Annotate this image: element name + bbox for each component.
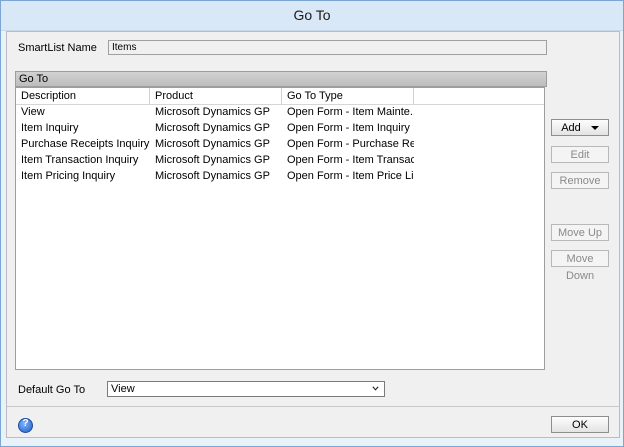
- goto-group-header: Go To: [15, 71, 547, 87]
- table-row[interactable]: View Microsoft Dynamics GP Open Form - I…: [16, 105, 544, 120]
- smartlist-name-field: Items: [108, 40, 547, 55]
- remove-button[interactable]: Remove: [551, 172, 609, 189]
- table-row[interactable]: Item Transaction Inquiry Microsoft Dynam…: [16, 153, 544, 168]
- cell-product: Microsoft Dynamics GP: [155, 122, 270, 134]
- table-row[interactable]: Purchase Receipts Inquiry Microsoft Dyna…: [16, 137, 544, 152]
- cell-goto-type: Open Form - Item Transac...: [287, 154, 414, 166]
- add-button[interactable]: Add: [551, 119, 609, 136]
- cell-product: Microsoft Dynamics GP: [155, 154, 270, 166]
- chevron-down-icon: [372, 386, 379, 391]
- help-icon[interactable]: ?: [18, 418, 33, 433]
- default-goto-value: View: [111, 383, 135, 395]
- cell-goto-type: Open Form - Item Inquiry: [287, 122, 410, 134]
- edit-button[interactable]: Edit: [551, 146, 609, 163]
- help-glyph: ?: [22, 418, 29, 429]
- move-down-button[interactable]: Move Down: [551, 250, 609, 282]
- cell-description: Purchase Receipts Inquiry: [21, 138, 150, 150]
- goto-grid[interactable]: Description Product Go To Type View Micr…: [15, 87, 545, 370]
- cell-description: Item Inquiry: [21, 122, 79, 134]
- default-goto-label: Default Go To: [18, 384, 86, 396]
- cell-goto-type: Open Form - Purchase Re...: [287, 138, 414, 150]
- column-header-description[interactable]: Description: [16, 88, 150, 104]
- cell-goto-type: Open Form - Item Mainte...: [287, 106, 414, 118]
- window-title: Go To: [293, 7, 331, 23]
- cell-goto-type: Open Form - Item Price Li...: [287, 170, 414, 182]
- dialog-body: SmartList Name Items Go To Description P…: [6, 31, 620, 438]
- move-up-button[interactable]: Move Up: [551, 224, 609, 241]
- table-row[interactable]: Item Pricing Inquiry Microsoft Dynamics …: [16, 169, 544, 184]
- cell-description: View: [21, 106, 45, 118]
- cell-product: Microsoft Dynamics GP: [155, 138, 270, 150]
- table-row[interactable]: Item Inquiry Microsoft Dynamics GP Open …: [16, 121, 544, 136]
- dropdown-arrow-icon: [590, 126, 599, 131]
- grid-header: Description Product Go To Type: [16, 88, 544, 105]
- cell-product: Microsoft Dynamics GP: [155, 170, 270, 182]
- go-to-window: Go To SmartList Name Items Go To Descrip…: [0, 0, 624, 447]
- footer-divider: [7, 406, 619, 407]
- cell-description: Item Pricing Inquiry: [21, 170, 116, 182]
- add-button-label: Add: [561, 122, 581, 134]
- ok-button[interactable]: OK: [551, 416, 609, 433]
- smartlist-name-label: SmartList Name: [18, 42, 97, 54]
- cell-product: Microsoft Dynamics GP: [155, 106, 270, 118]
- column-header-empty: [414, 88, 544, 104]
- column-header-product[interactable]: Product: [150, 88, 282, 104]
- title-bar[interactable]: Go To: [1, 1, 623, 31]
- column-header-goto-type[interactable]: Go To Type: [282, 88, 414, 104]
- default-goto-select[interactable]: View: [107, 381, 385, 397]
- cell-description: Item Transaction Inquiry: [21, 154, 139, 166]
